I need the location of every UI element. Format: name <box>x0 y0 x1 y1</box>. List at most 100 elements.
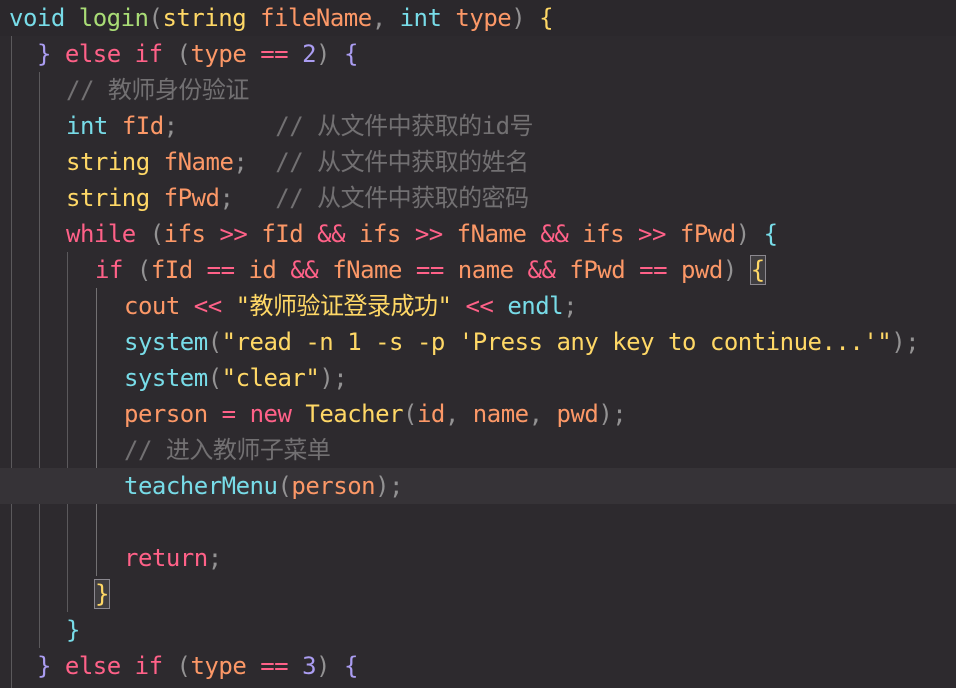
code-text: if (fId == id && fName == name && fPwd =… <box>95 252 766 288</box>
code-token: id <box>248 256 277 284</box>
code-text: string fPwd; // 从文件中获取的密码 <box>66 180 529 216</box>
code-line[interactable]: string fName; // 从文件中获取的姓名 <box>0 144 956 180</box>
code-token: ); <box>891 328 920 356</box>
code-token: { <box>539 4 554 32</box>
code-token: ( <box>403 400 417 428</box>
code-token: if <box>134 40 163 68</box>
code-token: ); <box>375 472 404 500</box>
code-token: "read -n 1 -s -p 'Press any key to conti… <box>221 328 892 356</box>
code-token: && <box>290 256 319 284</box>
code-token: pwd <box>556 400 599 428</box>
code-text: // 教师身份验证 <box>66 72 249 108</box>
code-token: << <box>465 292 494 320</box>
code-token: ifs <box>359 220 401 248</box>
code-text: } else if (type == 3) { <box>37 648 358 684</box>
code-token: ; <box>207 544 222 572</box>
code-token: teacherMenu <box>124 472 278 500</box>
code-token: && <box>527 256 556 284</box>
code-token: "教师验证登录成功" <box>235 292 452 320</box>
code-token: ifs <box>582 220 625 248</box>
code-line[interactable]: } else if (type == 2) { <box>0 36 956 72</box>
code-line[interactable]: person = new Teacher(id, name, pwd); <box>0 396 956 432</box>
code-token: ); <box>598 400 627 428</box>
code-text: int fId; // 从文件中获取的id号 <box>66 108 534 144</box>
code-line[interactable]: if (fId == id && fName == name && fPwd =… <box>0 252 956 288</box>
code-line[interactable] <box>0 504 956 540</box>
code-token: fPwd <box>163 184 220 212</box>
code-line[interactable]: // 进入教师子菜单 <box>0 432 956 468</box>
code-text: while (ifs >> fId && ifs >> fName && ifs… <box>66 216 778 252</box>
code-token: system <box>124 364 208 392</box>
code-token: == <box>415 256 444 284</box>
code-token: if <box>134 652 163 680</box>
code-token: cout <box>124 292 180 320</box>
code-token: // 教师身份验证 <box>66 76 249 104</box>
code-token: 3 <box>302 652 317 680</box>
code-token: ( <box>277 472 292 500</box>
code-line[interactable]: string fPwd; // 从文件中获取的密码 <box>0 180 956 216</box>
code-line[interactable]: // 教师身份验证 <box>0 72 956 108</box>
code-token: fPwd <box>679 220 736 248</box>
code-line[interactable]: system("read -n 1 -s -p 'Press any key t… <box>0 324 956 360</box>
code-token: ) <box>511 4 540 32</box>
code-token: // 从文件中获取的id号 <box>275 112 534 140</box>
code-line[interactable]: return; <box>0 540 956 576</box>
code-token: && <box>540 220 569 248</box>
code-token: ( <box>135 220 164 248</box>
code-line-current[interactable]: teacherMenu(person); <box>0 468 956 504</box>
code-text: cout << "教师验证登录成功" << endl; <box>124 288 578 324</box>
matched-bracket: } <box>94 579 110 609</box>
code-token: { <box>763 220 778 248</box>
code-token: ) <box>735 220 764 248</box>
code-token: fName <box>332 256 402 284</box>
code-token: ) <box>316 652 344 680</box>
code-token: if <box>95 256 123 284</box>
code-line[interactable]: } <box>0 612 956 648</box>
code-text: } <box>66 612 80 648</box>
code-token: system <box>124 328 208 356</box>
code-text: system("read -n 1 -s -p 'Press any key t… <box>124 324 920 360</box>
code-token: ifs <box>163 220 206 248</box>
code-token: new <box>249 400 292 428</box>
code-token: ) <box>722 256 751 284</box>
code-line[interactable]: system("clear"); <box>0 360 956 396</box>
code-token: // 进入教师子菜单 <box>124 436 331 464</box>
code-line[interactable]: cout << "教师验证登录成功" << endl; <box>0 288 956 324</box>
code-line[interactable]: } else if (type == 3) { <box>0 648 956 684</box>
code-token: ( <box>162 40 191 68</box>
code-text: person = new Teacher(id, name, pwd); <box>124 396 627 432</box>
code-token: type <box>190 40 247 68</box>
code-text: void login(string fileName, int type) { <box>9 0 554 36</box>
code-editor[interactable]: void login(string fileName, int type) {}… <box>0 0 956 688</box>
code-token: fId <box>261 220 304 248</box>
code-token: fId <box>121 112 164 140</box>
code-line[interactable]: } <box>0 576 956 612</box>
code-token: // 从文件中获取的姓名 <box>275 148 529 176</box>
code-text: teacherMenu(person); <box>124 468 404 504</box>
code-token: ( <box>207 364 222 392</box>
code-token: == <box>260 652 289 680</box>
code-line[interactable]: while (ifs >> fId && ifs >> fName && ifs… <box>0 216 956 252</box>
code-token: } <box>37 40 65 68</box>
code-token: ( <box>162 652 191 680</box>
code-line[interactable]: void login(string fileName, int type) { <box>0 0 956 36</box>
code-text: string fName; // 从文件中获取的姓名 <box>66 144 529 180</box>
code-token: ; <box>563 292 578 320</box>
code-line[interactable]: int fId; // 从文件中获取的id号 <box>0 108 956 144</box>
code-token: person <box>124 400 208 428</box>
code-token: } <box>37 652 65 680</box>
